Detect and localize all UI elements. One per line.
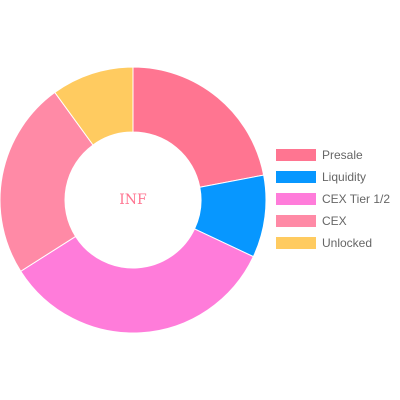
legend-swatch-cex xyxy=(276,215,316,227)
legend: Presale Liquidity CEX Tier 1/2 CEX Unlocked xyxy=(276,148,390,250)
legend-item-cex[interactable]: CEX xyxy=(276,214,347,228)
legend-swatch-liquidity xyxy=(276,171,316,183)
legend-item-cex-tier-1-2[interactable]: CEX Tier 1/2 xyxy=(276,192,390,206)
legend-label-cex-tier-1-2: CEX Tier 1/2 xyxy=(322,192,390,206)
donut-chart: INF Presale Liquidity CEX Tier 1/2 CEX Unloc… xyxy=(0,0,400,400)
legend-label-liquidity: Liquidity xyxy=(322,170,366,184)
legend-swatch-unlocked xyxy=(276,237,316,249)
legend-swatch-presale xyxy=(276,149,316,161)
center-label: INF xyxy=(119,192,147,208)
chart-canvas: INF Presale Liquidity CEX Tier 1/2 CEX Unloc… xyxy=(0,66,390,334)
legend-label-unlocked: Unlocked xyxy=(322,236,372,250)
slice-presale[interactable] xyxy=(132,66,265,188)
legend-label-cex: CEX xyxy=(322,214,347,228)
legend-item-unlocked[interactable]: Unlocked xyxy=(276,236,372,250)
legend-item-liquidity[interactable]: Liquidity xyxy=(276,170,366,184)
legend-item-presale[interactable]: Presale xyxy=(276,148,363,162)
legend-swatch-cex-tier-1-2 xyxy=(276,193,316,205)
legend-label-presale: Presale xyxy=(322,148,363,162)
